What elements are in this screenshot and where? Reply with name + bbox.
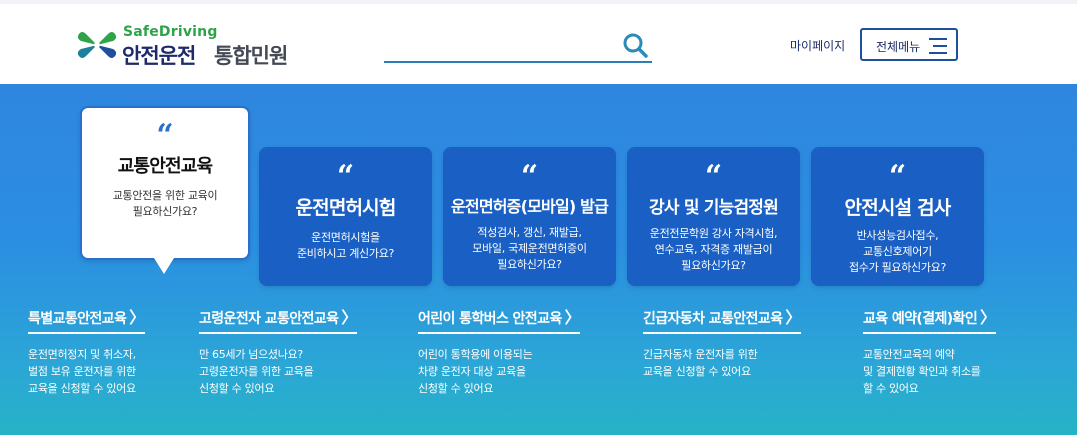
card-license-issue[interactable]: “ 운전면허증(모바일) 발급 적성검사, 갱신, 재발급, 모바일, 국제운전… [443,147,616,286]
card-title: 안전시설 검사 [844,197,952,219]
card-safety-facility-inspection[interactable]: “ 안전시설 검사 반사성능검사접수, 교통신호제어기 접수가 필요하신가요? [811,147,984,286]
all-menu-button[interactable]: 전체메뉴 [860,28,958,61]
card-desc: 운전면허시험을 준비하시고 계신가요? [296,231,395,260]
link-special-education-title[interactable]: 특별교통안전교육 〉 [28,304,145,334]
chevron-right-icon: 〉 [980,308,996,327]
card-license-exam[interactable]: “ 운전면허시험 운전면허시험을 준비하시고 계신가요? [259,147,432,286]
link-emergency-vehicle-education: 긴급자동차 교통안전교육 〉 긴급자동차 운전자를 위한 교육을 신청할 수 있어… [643,304,843,380]
link-desc: 교통안전교육의 예약 및 결제현황 확인과 취소를 할 수 있어요 [863,348,981,395]
chevron-right-icon: 〉 [564,308,581,327]
card-title: 운전면허증(모바일) 발급 [451,197,609,216]
link-emergency-vehicle-education-title[interactable]: 긴급자동차 교통안전교육 〉 [643,304,801,334]
search-icon[interactable] [622,32,648,58]
card-desc: 반사성능검사접수, 교통신호제어기 접수가 필요하신가요? [848,229,947,274]
quote-icon: “ [704,159,723,194]
link-school-bus-education: 어린이 통학버스 안전교육 〉 어린이 통학용에 이용되는 차량 운전자 대상 교… [418,304,618,397]
link-elderly-driver-education-title[interactable]: 고령운전자 교통안전교육 〉 [199,304,357,334]
quote-icon: “ [520,159,539,194]
top-strip [0,0,1077,4]
all-menu-label: 전체메뉴 [876,40,921,54]
card-desc: 적성검사, 갱신, 재발급, 모바일, 국제운전면허증이 필요하신가요? [472,226,587,271]
card-traffic-safety-education[interactable]: “ 교통안전교육 교통안전을 위한 교육이 필요하신가요? [80,106,250,274]
clover-logo-icon [78,32,116,58]
link-desc: 만 65세가 넘으셨나요? 고령운전자를 위한 교육을 신청할 수 있어요 [199,348,314,395]
quote-icon: “ [888,159,907,194]
quote-icon: “ [156,118,174,153]
logo-korean-sub: 통합민원 [214,44,288,68]
card-title: 교통안전교육 [117,156,213,177]
quote-icon: “ [336,159,355,194]
hamburger-icon [929,38,947,54]
chevron-right-icon: 〉 [785,308,801,327]
link-desc: 긴급자동차 운전자를 위한 교육을 신청할 수 있어요 [643,348,758,378]
logo-korean-main: 안전운전 [122,44,196,68]
search-bar [384,30,652,63]
link-special-education: 특별교통안전교육 〉 운전면허정지 및 취소자, 벌점 보유 운전자를 위한 교육… [28,304,228,397]
link-school-bus-education-title[interactable]: 어린이 통학버스 안전교육 〉 [418,304,581,334]
hero-section: “ 교통안전교육 교통안전을 위한 교육이 필요하신가요? “ 운전면허시험 운… [0,84,1077,435]
link-elderly-driver-education: 고령운전자 교통안전교육 〉 만 65세가 넘으셨나요? 고령운전자를 위한 교육… [199,304,399,397]
link-desc: 운전면허정지 및 취소자, 벌점 보유 운전자를 위한 교육을 신청할 수 있어… [28,348,136,395]
card-title: 운전면허시험 [295,197,396,219]
chevron-right-icon: 〉 [341,308,357,327]
card-title: 강사 및 기능검정원 [649,198,779,218]
link-reservation-check: 교육 예약(결제)확인 〉 교통안전교육의 예약 및 결제현황 확인과 취소를 할… [863,304,1063,397]
card-instructor-examiner[interactable]: “ 강사 및 기능검정원 운전전문학원 강사 자격시험, 연수교육, 자격증 재… [627,147,800,286]
link-reservation-check-title[interactable]: 교육 예약(결제)확인 〉 [863,304,996,334]
card-pointer [154,258,174,274]
search-input[interactable] [384,30,614,60]
card-desc: 운전전문학원 강사 자격시험, 연수교육, 자격증 재발급이 필요하신가요? [649,227,778,272]
logo-english: SafeDriving [123,24,218,40]
mypage-link[interactable]: 마이페이지 [790,37,845,54]
site-header: SafeDriving 안전운전 통합민원 마이페이지 전체메뉴 [0,0,1077,84]
card-desc: 교통안전을 위한 교육이 필요하신가요? [112,189,218,218]
link-desc: 어린이 통학용에 이용되는 차량 운전자 대상 교육을 신청할 수 있어요 [418,348,533,395]
chevron-right-icon: 〉 [129,308,145,327]
site-logo[interactable]: SafeDriving 안전운전 통합민원 [78,22,308,72]
